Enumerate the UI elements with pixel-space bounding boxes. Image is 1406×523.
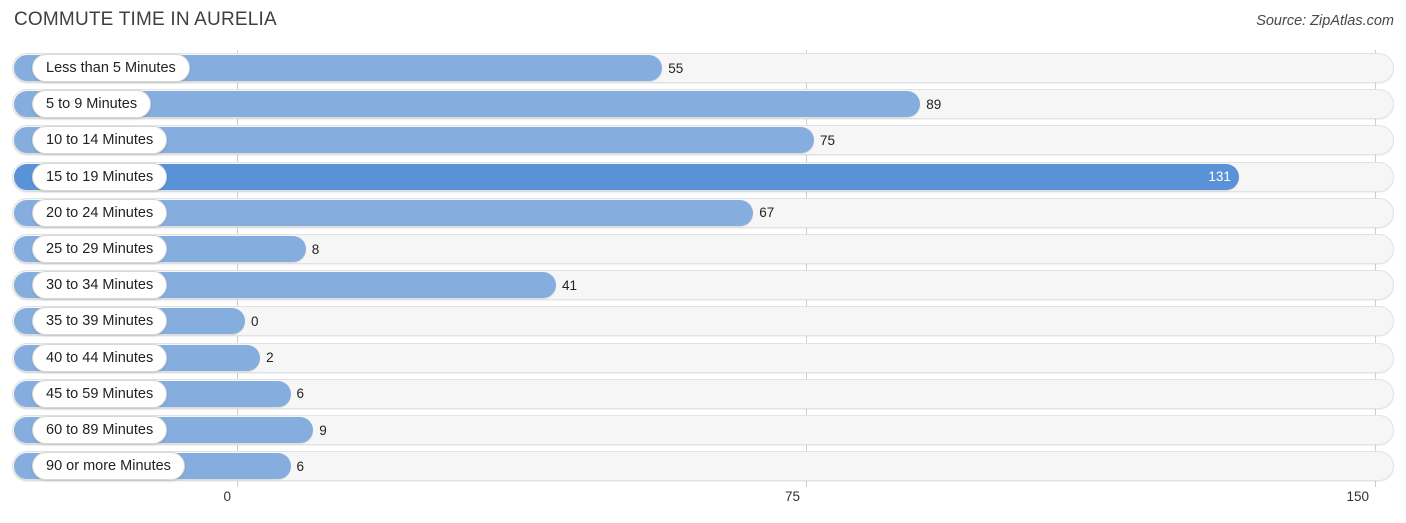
bar[interactable] [14,163,1239,190]
bar-row[interactable]: 45 to 59 Minutes 6 [12,378,1394,409]
bar-row[interactable]: 90 or more Minutes 6 [12,451,1394,482]
bar-value-label: 67 [759,205,775,221]
bar-value-label: 41 [562,277,578,293]
bar-value-label: 9 [319,422,327,438]
category-label: 45 to 59 Minutes [32,379,168,408]
category-label: 20 to 24 Minutes [32,198,168,227]
bar-value-label: 8 [311,241,320,257]
bar-row[interactable]: 30 to 34 Minutes 41 [12,270,1394,301]
category-label: 35 to 39 Minutes [32,307,168,336]
bar-value-label: 89 [926,96,942,112]
category-label: 40 to 44 Minutes [32,343,168,372]
category-label: 60 to 89 Minutes [32,416,168,444]
bar-row[interactable]: 40 to 44 Minutes 2 [12,342,1394,373]
bar-value-label: 55 [668,60,684,76]
category-label: 90 or more Minutes [32,452,185,481]
bar-value-label: 6 [296,458,305,474]
bar-row[interactable]: 15 to 19 Minutes 131 [12,161,1394,192]
bar-row[interactable]: 25 to 29 Minutes 8 [12,234,1394,264]
bar-row[interactable]: 10 to 14 Minutes 75 [12,125,1394,156]
bar-value-label: 2 [266,350,274,366]
source-attribution: Source: ZipAtlas.com [1256,13,1394,29]
x-tick-label: 0 [223,489,231,504]
category-label: 25 to 29 Minutes [32,235,168,263]
bar-value-label: 75 [820,132,836,148]
x-tick-label: 75 [784,489,800,504]
bar-value-label: 0 [251,313,259,329]
bar-value-label: 6 [296,386,305,402]
bar-row[interactable]: 35 to 39 Minutes 0 [12,306,1394,337]
x-axis: 0 75 150 [0,487,1406,523]
x-tick-label: 150 [1346,489,1369,504]
category-label: 5 to 9 Minutes [32,90,152,119]
category-label: 30 to 34 Minutes [32,271,168,300]
category-label: Less than 5 Minutes [32,54,190,82]
bar-row[interactable]: 60 to 89 Minutes 9 [12,415,1394,445]
category-label: 15 to 19 Minutes [32,162,168,191]
bar-row[interactable]: 20 to 24 Minutes 67 [12,197,1394,228]
page-title: COMMUTE TIME IN AURELIA [14,9,277,30]
bar-row[interactable]: 5 to 9 Minutes 89 [12,89,1394,120]
bar-row[interactable]: Less than 5 Minutes 55 [12,53,1394,83]
chart-plot-area: Less than 5 Minutes 55 5 to 9 Minutes 89 10 … [0,50,1406,487]
category-label: 10 to 14 Minutes [32,126,168,155]
bar-value-label: 131 [1208,169,1231,185]
